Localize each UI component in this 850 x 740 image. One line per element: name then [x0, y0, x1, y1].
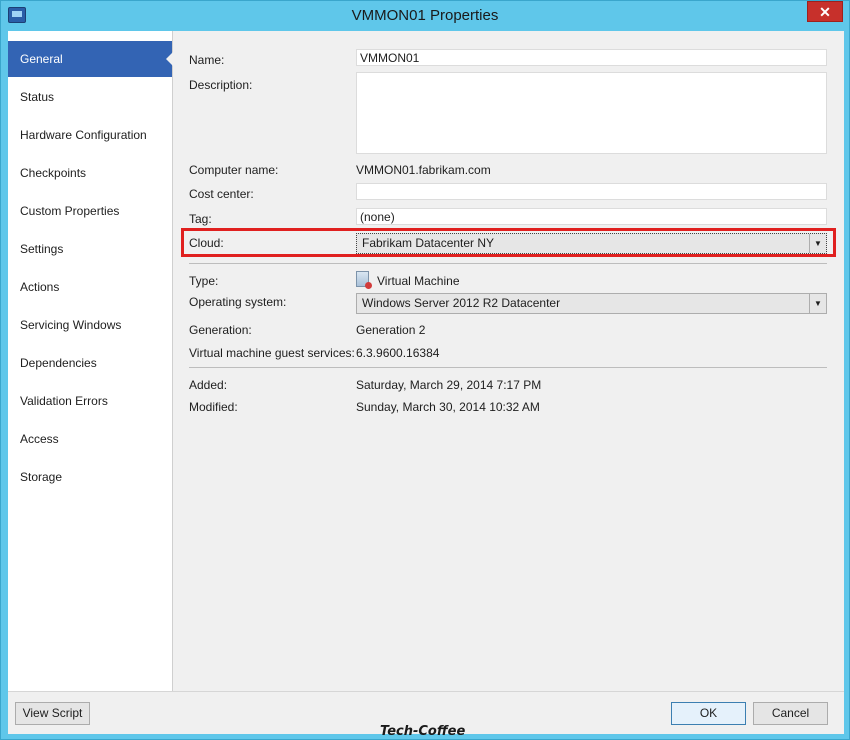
- sidebar-item-general[interactable]: General: [8, 41, 173, 77]
- guest-services-value: 6.3.9600.16384: [356, 346, 440, 360]
- generation-label: Generation:: [189, 323, 252, 337]
- sidebar: General Status Hardware Configuration Ch…: [8, 31, 173, 691]
- cancel-button[interactable]: Cancel: [753, 702, 828, 725]
- sidebar-item-storage[interactable]: Storage: [8, 459, 172, 495]
- sidebar-item-settings[interactable]: Settings: [8, 231, 172, 267]
- modified-value: Sunday, March 30, 2014 10:32 AM: [356, 400, 540, 414]
- sidebar-item-hardware-configuration[interactable]: Hardware Configuration: [8, 117, 172, 153]
- dialog-client: General Status Hardware Configuration Ch…: [8, 31, 844, 734]
- os-label: Operating system:: [189, 295, 287, 309]
- type-value: Virtual Machine: [377, 274, 460, 288]
- general-panel: Name: VMMON01 Description: Computer name…: [173, 31, 844, 691]
- close-button[interactable]: ✕: [807, 1, 843, 22]
- description-label: Description:: [189, 78, 253, 92]
- guest-services-label: Virtual machine guest services:: [189, 346, 355, 360]
- cost-center-label: Cost center:: [189, 187, 254, 201]
- cost-center-field[interactable]: [356, 183, 827, 200]
- computer-name-label: Computer name:: [189, 163, 279, 177]
- sidebar-item-checkpoints[interactable]: Checkpoints: [8, 155, 172, 191]
- sidebar-item-custom-properties[interactable]: Custom Properties: [8, 193, 172, 229]
- os-dropdown[interactable]: Windows Server 2012 R2 Datacenter ▼: [356, 293, 827, 314]
- section-divider: [189, 367, 827, 368]
- sidebar-item-servicing-windows[interactable]: Servicing Windows: [8, 307, 172, 343]
- cloud-dropdown[interactable]: Fabrikam Datacenter NY ▼: [356, 233, 827, 254]
- description-field[interactable]: [356, 72, 827, 154]
- properties-window: VMMON01 Properties ✕ General Status Hard…: [0, 0, 850, 740]
- chevron-down-icon[interactable]: ▼: [809, 234, 826, 253]
- tag-label: Tag:: [189, 212, 212, 226]
- title-bar: VMMON01 Properties ✕: [1, 1, 849, 31]
- cloud-dropdown-value: Fabrikam Datacenter NY: [362, 236, 495, 250]
- ok-button[interactable]: OK: [671, 702, 746, 725]
- section-divider: [189, 263, 827, 264]
- sidebar-item-access[interactable]: Access: [8, 421, 172, 457]
- sidebar-item-dependencies[interactable]: Dependencies: [8, 345, 172, 381]
- sidebar-item-status[interactable]: Status: [8, 79, 172, 115]
- added-value: Saturday, March 29, 2014 7:17 PM: [356, 378, 542, 392]
- added-label: Added:: [189, 378, 228, 392]
- name-field[interactable]: VMMON01: [356, 49, 827, 66]
- view-script-button[interactable]: View Script: [15, 702, 90, 725]
- sidebar-item-actions[interactable]: Actions: [8, 269, 172, 305]
- modified-label: Modified:: [189, 400, 238, 414]
- os-dropdown-value: Windows Server 2012 R2 Datacenter: [362, 296, 561, 310]
- tag-field[interactable]: (none): [356, 208, 827, 225]
- type-label: Type:: [189, 274, 219, 288]
- chevron-down-icon[interactable]: ▼: [809, 294, 826, 313]
- close-icon: ✕: [819, 4, 831, 20]
- generation-value: Generation 2: [356, 323, 426, 337]
- sidebar-item-validation-errors[interactable]: Validation Errors: [8, 383, 172, 419]
- name-label: Name:: [189, 53, 225, 67]
- computer-name-value: VMMON01.fabrikam.com: [356, 163, 491, 177]
- cloud-label: Cloud:: [189, 236, 224, 250]
- watermark: Tech-Coffee: [380, 724, 466, 739]
- window-title: VMMON01 Properties: [351, 7, 499, 24]
- virtual-machine-icon: [356, 271, 372, 289]
